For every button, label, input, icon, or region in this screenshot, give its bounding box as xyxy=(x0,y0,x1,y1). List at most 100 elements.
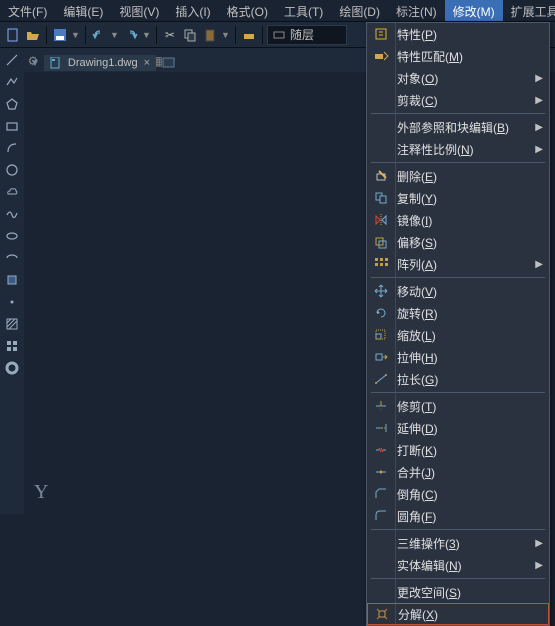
file-icon xyxy=(50,57,62,69)
polygon-icon[interactable] xyxy=(4,96,20,112)
menu-item-label: 阵列(A) xyxy=(397,256,535,273)
linetype-selector[interactable]: 随层 xyxy=(267,25,347,45)
polyline-icon[interactable] xyxy=(4,74,20,90)
menu-item-28[interactable]: 实体编辑(N)▶ xyxy=(367,554,549,576)
menu-视图[interactable]: 视图(V) xyxy=(111,0,167,21)
menu-item-extend[interactable]: 延伸(D) xyxy=(367,417,549,439)
menu-item-join[interactable]: 合并(J) xyxy=(367,461,549,483)
menu-item-stretch[interactable]: 拉伸(H) xyxy=(367,346,549,368)
menu-编辑[interactable]: 编辑(E) xyxy=(55,0,111,21)
dropdown-icon[interactable]: ▼ xyxy=(110,30,120,40)
menu-修改[interactable]: 修改(M) xyxy=(445,0,503,21)
menu-item-label: 修剪(T) xyxy=(397,398,543,415)
draw-toolbar xyxy=(0,48,24,514)
submenu-arrow-icon: ▶ xyxy=(535,73,543,84)
ellipse-arc-icon[interactable] xyxy=(4,250,20,266)
document-tabs: ▼ Drawing1.dwg × xyxy=(30,54,178,72)
menu-item-3[interactable]: 剪裁(C)▶ xyxy=(367,89,549,111)
menu-item-label: 移动(V) xyxy=(397,283,543,300)
undo-icon[interactable] xyxy=(90,26,108,44)
submenu-arrow-icon: ▶ xyxy=(535,144,543,155)
menu-item-erase[interactable]: 删除(E) xyxy=(367,165,549,187)
menu-item-5[interactable]: 外部参照和块编辑(B)▶ xyxy=(367,116,549,138)
open-icon[interactable] xyxy=(24,26,42,44)
grid-icon[interactable] xyxy=(4,338,20,354)
blank-icon xyxy=(373,584,391,600)
document-name: Drawing1.dwg xyxy=(68,57,138,69)
menu-绘图[interactable]: 绘图(D) xyxy=(331,0,388,21)
menu-item-rotate[interactable]: 旋转(R) xyxy=(367,302,549,324)
circle-icon[interactable] xyxy=(4,162,20,178)
menu-item-chamfer[interactable]: 倒角(C) xyxy=(367,483,549,505)
menu-item-label: 对象(O) xyxy=(397,70,535,87)
match-icon[interactable] xyxy=(240,26,258,44)
copy-icon[interactable] xyxy=(181,26,199,44)
menu-item-2[interactable]: 对象(O)▶ xyxy=(367,67,549,89)
menu-item-fillet[interactable]: 圆角(F) xyxy=(367,505,549,527)
menu-item-6[interactable]: 注释性比例(N)▶ xyxy=(367,138,549,160)
menu-item-27[interactable]: 三维操作(3)▶ xyxy=(367,532,549,554)
menu-item-offset[interactable]: 偏移(S) xyxy=(367,231,549,253)
cloud-icon[interactable] xyxy=(4,184,20,200)
menu-工具[interactable]: 工具(T) xyxy=(276,0,331,21)
menu-标注[interactable]: 标注(N) xyxy=(388,0,445,21)
menu-item-move[interactable]: 移动(V) xyxy=(367,280,549,302)
menu-item-label: 圆角(F) xyxy=(397,508,543,525)
paste-icon[interactable] xyxy=(201,26,219,44)
menu-item-scale[interactable]: 缩放(L) xyxy=(367,324,549,346)
donut-icon[interactable] xyxy=(4,360,20,376)
menu-item-trim[interactable]: 修剪(T) xyxy=(367,395,549,417)
submenu-arrow-icon: ▶ xyxy=(535,95,543,106)
menu-文件[interactable]: 文件(F) xyxy=(0,0,55,21)
menu-item-label: 缩放(L) xyxy=(397,327,543,344)
menu-扩展工具[interactable]: 扩展工具(X) xyxy=(503,0,555,21)
point-icon[interactable] xyxy=(4,294,20,310)
add-tab-icon[interactable] xyxy=(160,54,178,72)
blank-icon xyxy=(373,557,391,573)
save-icon[interactable] xyxy=(51,26,69,44)
submenu-arrow-icon: ▶ xyxy=(535,122,543,133)
document-tab[interactable]: Drawing1.dwg × xyxy=(44,55,156,71)
fillet-icon xyxy=(373,508,391,524)
dropdown-icon[interactable]: ▼ xyxy=(71,30,81,40)
menu-插入[interactable]: 插入(I) xyxy=(167,0,218,21)
dropdown-icon[interactable]: ▼ xyxy=(221,30,231,40)
redo-icon[interactable] xyxy=(122,26,140,44)
menu-item-label: 拉长(G) xyxy=(397,371,543,388)
hatch-icon[interactable] xyxy=(4,316,20,332)
menu-item-label: 剪裁(C) xyxy=(397,92,535,109)
line-icon[interactable] xyxy=(4,52,20,68)
cut-icon[interactable]: ✂ xyxy=(161,26,179,44)
dropdown-icon[interactable]: ▼ xyxy=(142,30,152,40)
menu-item-label: 删除(E) xyxy=(397,168,543,185)
menu-item-mirror[interactable]: 镜像(I) xyxy=(367,209,549,231)
menu-item-copy[interactable]: 复制(Y) xyxy=(367,187,549,209)
offset-icon xyxy=(373,234,391,250)
submenu-arrow-icon: ▶ xyxy=(535,538,543,549)
menu-格式[interactable]: 格式(O) xyxy=(219,0,276,21)
menu-item-explode[interactable]: 分解(X) xyxy=(367,603,549,625)
menu-item-array[interactable]: 阵列(A)▶ xyxy=(367,253,549,275)
rectangle-icon[interactable] xyxy=(4,118,20,134)
blank-icon xyxy=(373,141,391,157)
menu-item-label: 偏移(S) xyxy=(397,234,543,251)
menu-item-props[interactable]: 特性(P) xyxy=(367,23,549,45)
ellipse-icon[interactable] xyxy=(4,228,20,244)
scale-icon xyxy=(373,327,391,343)
trim-icon xyxy=(373,398,391,414)
menu-item-30[interactable]: 更改空间(S) xyxy=(367,581,549,603)
close-tab-icon[interactable]: × xyxy=(144,57,150,69)
array-icon xyxy=(373,256,391,272)
block-icon[interactable] xyxy=(4,272,20,288)
menu-item-break[interactable]: 打断(K) xyxy=(367,439,549,461)
new-icon[interactable] xyxy=(4,26,22,44)
menu-item-label: 外部参照和块编辑(B) xyxy=(397,119,535,136)
arc-icon[interactable] xyxy=(4,140,20,156)
menu-item-label: 更改空间(S) xyxy=(397,584,543,601)
submenu-arrow-icon: ▶ xyxy=(535,560,543,571)
props-icon xyxy=(373,26,391,42)
explode-icon xyxy=(374,606,392,622)
menu-item-match[interactable]: 特性匹配(M) xyxy=(367,45,549,67)
spline-icon[interactable] xyxy=(4,206,20,222)
menu-item-lengthen[interactable]: 拉长(G) xyxy=(367,368,549,390)
